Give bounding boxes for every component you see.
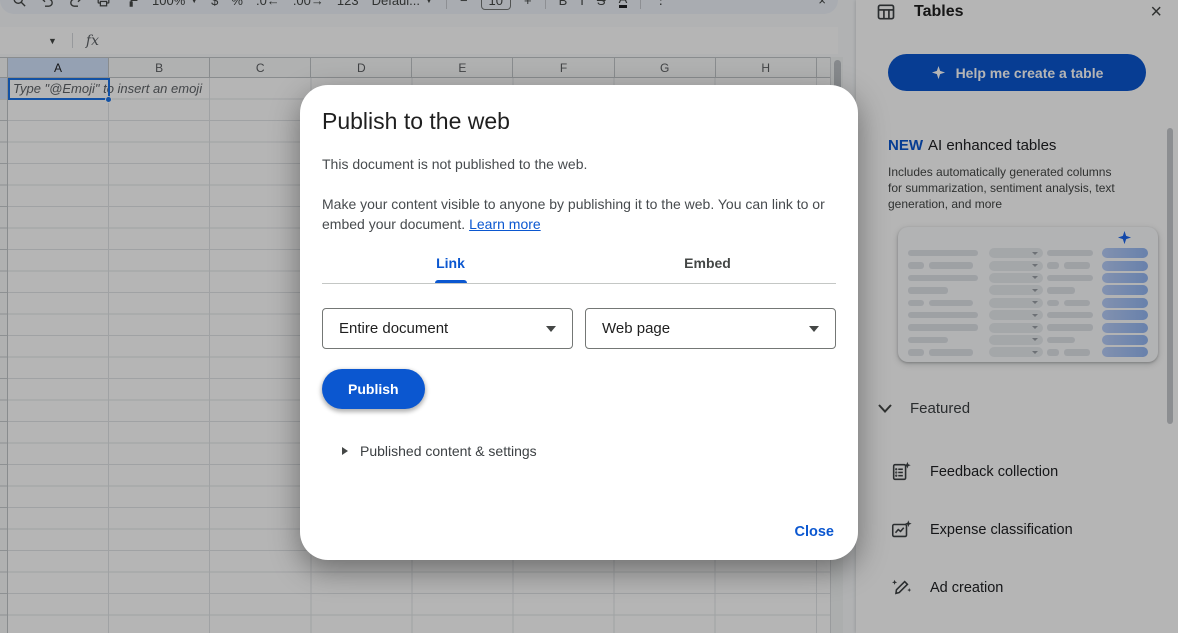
publish-button[interactable]: Publish bbox=[322, 369, 425, 409]
tab-link[interactable]: Link bbox=[322, 242, 579, 283]
tab-bar: Link Embed bbox=[322, 242, 836, 284]
publish-options-row: Entire document Web page bbox=[322, 308, 836, 349]
format-dropdown[interactable]: Web page bbox=[585, 308, 836, 349]
publish-status-text: This document is not published to the we… bbox=[322, 156, 836, 172]
active-tab-indicator bbox=[435, 280, 467, 283]
scope-dropdown[interactable]: Entire document bbox=[322, 308, 573, 349]
disclosure-arrow-icon bbox=[342, 447, 348, 455]
dialog-title: Publish to the web bbox=[322, 108, 858, 135]
chevron-down-icon bbox=[809, 326, 819, 332]
dialog-close-button[interactable]: Close bbox=[795, 524, 835, 540]
learn-more-link[interactable]: Learn more bbox=[469, 216, 541, 232]
sheets-app: 100%▼$%.0←.00→123Defaul...▼−10+BISA⋮× ▼ … bbox=[0, 0, 1178, 633]
format-dropdown-value: Web page bbox=[602, 320, 670, 337]
published-content-settings-toggle[interactable]: Published content & settings bbox=[342, 443, 858, 459]
tab-embed[interactable]: Embed bbox=[579, 242, 836, 283]
publish-to-web-dialog: Publish to the web This document is not … bbox=[300, 85, 858, 560]
description-text: Make your content visible to anyone by p… bbox=[322, 196, 825, 232]
chevron-down-icon bbox=[546, 326, 556, 332]
dialog-description: Make your content visible to anyone by p… bbox=[322, 194, 836, 234]
disclosure-label: Published content & settings bbox=[360, 443, 537, 459]
scope-dropdown-value: Entire document bbox=[339, 320, 448, 337]
